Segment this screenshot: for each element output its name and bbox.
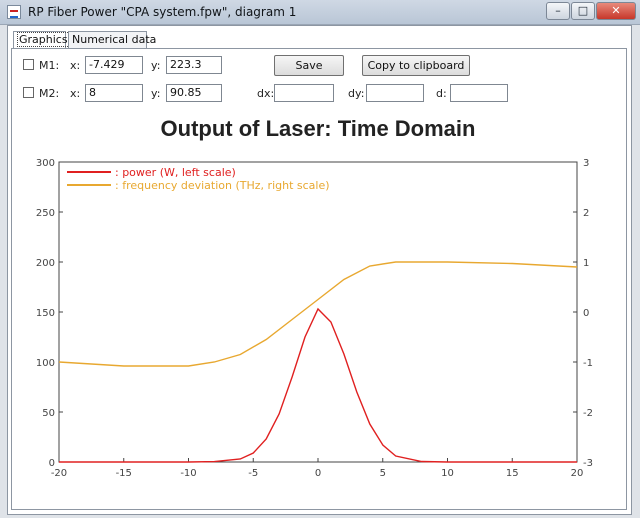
y-left-tick-label: 150	[36, 308, 55, 319]
m2-dx-label: dx:	[257, 87, 275, 100]
m2-dy-field[interactable]	[366, 84, 424, 102]
y-right-tick-label: -1	[583, 358, 593, 369]
m2-x-field[interactable]: 8	[85, 84, 143, 102]
x-tick-label: -15	[116, 468, 132, 479]
y-right-tick-label: -2	[583, 408, 593, 419]
maximize-button[interactable]: □	[571, 2, 595, 20]
minimize-button[interactable]: –	[546, 2, 570, 20]
title-bar: RP Fiber Power "CPA system.fpw", diagram…	[0, 0, 640, 25]
m1-y-label: y:	[151, 59, 161, 72]
x-tick-label: 0	[315, 468, 321, 479]
y-right-tick-label: 2	[583, 208, 589, 219]
m1-checkbox[interactable]	[23, 59, 34, 70]
y-left-tick-label: 100	[36, 358, 55, 369]
marker-row-m2: M2: x: 8 y: 90.85 dx: dy: d:	[12, 81, 624, 105]
x-tick-label: 10	[441, 468, 454, 479]
y-right-tick-label: 3	[583, 158, 589, 169]
m2-checkbox[interactable]	[23, 87, 34, 98]
m2-dx-field[interactable]	[274, 84, 334, 102]
y-right-tick-label: 0	[583, 308, 589, 319]
m2-label: M2:	[39, 87, 60, 100]
m2-y-field[interactable]: 90.85	[166, 84, 222, 102]
x-tick-label: -20	[51, 468, 67, 479]
m2-d-label: d:	[436, 87, 447, 100]
tab-graphics[interactable]: Graphics	[13, 31, 70, 49]
x-tick-label: 20	[571, 468, 584, 479]
copy-to-clipboard-button[interactable]: Copy to clipboard	[362, 55, 470, 76]
y-right-tick-label: -3	[583, 458, 593, 469]
x-tick-label: 15	[506, 468, 519, 479]
m2-d-field[interactable]	[450, 84, 508, 102]
close-button[interactable]: ✕	[596, 2, 636, 20]
window-title: RP Fiber Power "CPA system.fpw", diagram…	[28, 5, 297, 19]
y-left-tick-label: 50	[42, 408, 55, 419]
y-left-tick-label: 200	[36, 258, 55, 269]
m2-x-label: x:	[70, 87, 81, 100]
series-line-power	[59, 307, 577, 463]
legend-label-0: : power (W, left scale)	[115, 166, 236, 179]
chart-title: Output of Laser: Time Domain	[161, 116, 476, 141]
app-icon	[7, 5, 21, 19]
y-right-tick-label: 1	[583, 258, 589, 269]
m1-y-field[interactable]: 223.3	[166, 56, 222, 74]
m1-x-label: x:	[70, 59, 81, 72]
legend-label-1: : frequency deviation (THz, right scale)	[115, 179, 330, 192]
m1-x-field[interactable]: -7.429	[85, 56, 143, 74]
chart-svg: Output of Laser: Time Domain-20 -15 -10 -5 0…	[36, 116, 593, 479]
window-client-area: Graphics Numerical data M1: x: -7.429 y:…	[7, 25, 632, 515]
y-left-tick-label: 250	[36, 208, 55, 219]
marker-row-m1: M1: x: -7.429 y: 223.3 Save Copy to clip…	[12, 53, 624, 77]
tab-graphics-label: Graphics	[17, 32, 70, 47]
chart-area: Output of Laser: Time Domain -20 -15 -10 -5 0…	[12, 112, 622, 484]
m2-dy-label: dy:	[348, 87, 365, 100]
series-line-frequency	[58, 261, 578, 367]
tab-numerical-data[interactable]: Numerical data	[68, 31, 156, 48]
x-tick-label: -5	[248, 468, 258, 479]
x-tick-label: 5	[380, 468, 386, 479]
x-tick-label: -10	[180, 468, 196, 479]
plot-frame	[58, 161, 578, 463]
m1-label: M1:	[39, 59, 60, 72]
m2-y-label: y:	[151, 87, 161, 100]
y-left-tick-label: 300	[36, 158, 55, 169]
tab-numerical-data-label: Numerical data	[72, 33, 157, 46]
y-left-tick-label: 0	[49, 458, 55, 469]
save-button[interactable]: Save	[274, 55, 344, 76]
